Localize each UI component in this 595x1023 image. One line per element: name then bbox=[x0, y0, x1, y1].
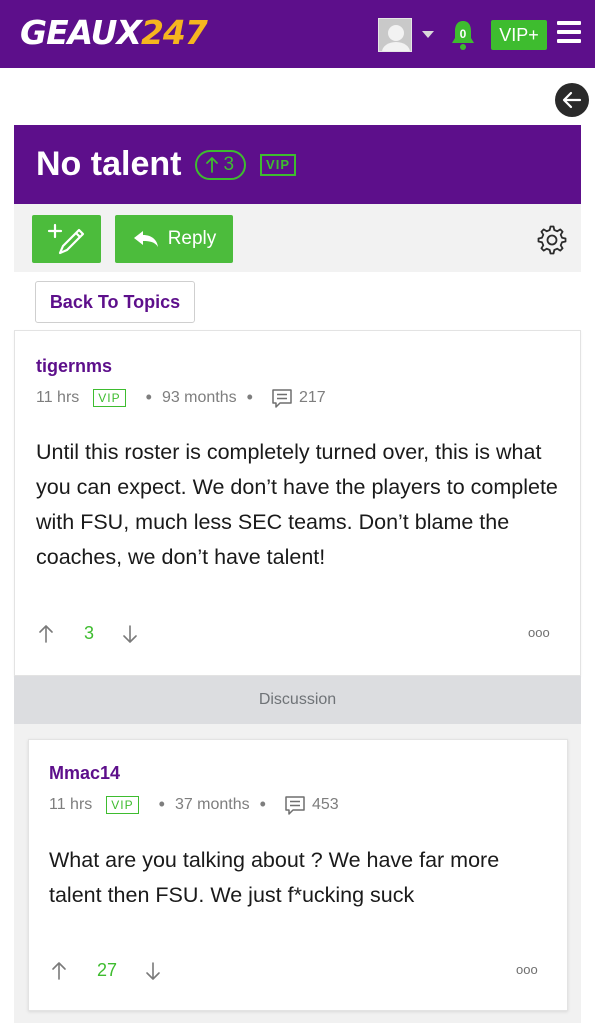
upvote-arrow-icon[interactable] bbox=[38, 624, 54, 644]
meta-separator: • bbox=[158, 794, 165, 814]
post-count: 453 bbox=[284, 795, 339, 815]
new-post-button[interactable] bbox=[32, 215, 101, 263]
logo-text-geaux: GEAUX bbox=[20, 12, 142, 52]
back-to-topics-button[interactable]: Back To Topics bbox=[35, 281, 195, 323]
user-vip-badge: VIP bbox=[106, 795, 139, 814]
comment-icon bbox=[272, 388, 292, 408]
logo-text-247: 247 bbox=[140, 12, 208, 52]
user-vip-badge: VIP bbox=[93, 388, 126, 407]
reply-button[interactable]: Reply bbox=[115, 215, 233, 263]
thread-title: No talent bbox=[36, 145, 182, 183]
comment-icon bbox=[285, 795, 305, 815]
thread-toolbar: Reply bbox=[14, 204, 581, 272]
avatar-body bbox=[382, 42, 410, 51]
downvote-arrow-icon[interactable] bbox=[145, 961, 161, 981]
bell-icon[interactable]: 0 bbox=[448, 18, 478, 52]
post-meta: 11 hrs VIP • 37 months • 453 bbox=[49, 794, 339, 815]
notification-count: 0 bbox=[460, 27, 467, 41]
post-meta: 11 hrs VIP • 93 months • 217 bbox=[36, 387, 326, 408]
post-count-value: 453 bbox=[311, 795, 339, 813]
avatar-head bbox=[388, 25, 404, 41]
post-count-value: 217 bbox=[298, 388, 326, 406]
thread-title-bar: No talent 3 VIP bbox=[14, 125, 581, 204]
post-time: 11 hrs bbox=[36, 388, 80, 406]
thread-upvote-badge: 3 bbox=[195, 149, 247, 180]
meta-separator: • bbox=[145, 387, 152, 407]
top-navigation-bar: GEAUX 247 0 VIP+ bbox=[0, 0, 595, 68]
reply-post: Mmac14 11 hrs VIP • 37 months • 453 What… bbox=[28, 739, 568, 1011]
post-count: 217 bbox=[271, 388, 326, 408]
vote-count: 3 bbox=[84, 623, 95, 643]
upvote-arrow-icon[interactable] bbox=[51, 961, 67, 981]
meta-separator: • bbox=[246, 387, 253, 407]
upvote-arrow-icon bbox=[206, 156, 219, 173]
new-post-icon bbox=[47, 223, 85, 255]
gear-icon[interactable] bbox=[536, 224, 568, 256]
membership-duration: 37 months bbox=[174, 795, 250, 813]
thread-vip-tag: VIP bbox=[260, 153, 296, 176]
more-options-icon[interactable]: ooo bbox=[516, 962, 538, 977]
downvote-arrow-icon[interactable] bbox=[122, 624, 138, 644]
thread-upvote-count: 3 bbox=[223, 153, 235, 175]
reply-label: Reply bbox=[167, 228, 217, 249]
post-votes: 3 bbox=[38, 623, 138, 644]
post-time: 11 hrs bbox=[49, 795, 93, 813]
more-options-icon[interactable]: ooo bbox=[528, 625, 550, 640]
user-avatar[interactable] bbox=[378, 18, 412, 52]
discussion-divider: Discussion bbox=[14, 676, 581, 724]
site-logo[interactable]: GEAUX 247 bbox=[20, 12, 208, 52]
reply-arrow-icon bbox=[133, 231, 158, 247]
post-username[interactable]: tigernms bbox=[36, 356, 112, 377]
post-body: What are you talking about ? We have far… bbox=[49, 848, 500, 907]
post-votes: 27 bbox=[51, 960, 161, 981]
original-post: tigernms 11 hrs VIP • 93 months • 217 Un… bbox=[14, 330, 581, 676]
caret-down-icon[interactable] bbox=[422, 31, 434, 38]
meta-separator: • bbox=[259, 794, 266, 814]
membership-duration: 93 months bbox=[161, 388, 237, 406]
post-body: Until this roster is completely turned o… bbox=[36, 440, 558, 569]
back-arrow-icon[interactable] bbox=[555, 83, 589, 117]
vote-count: 27 bbox=[97, 960, 118, 980]
post-username[interactable]: Mmac14 bbox=[49, 763, 120, 784]
vip-plus-button[interactable]: VIP+ bbox=[491, 20, 547, 50]
hamburger-menu-icon[interactable] bbox=[557, 21, 581, 45]
